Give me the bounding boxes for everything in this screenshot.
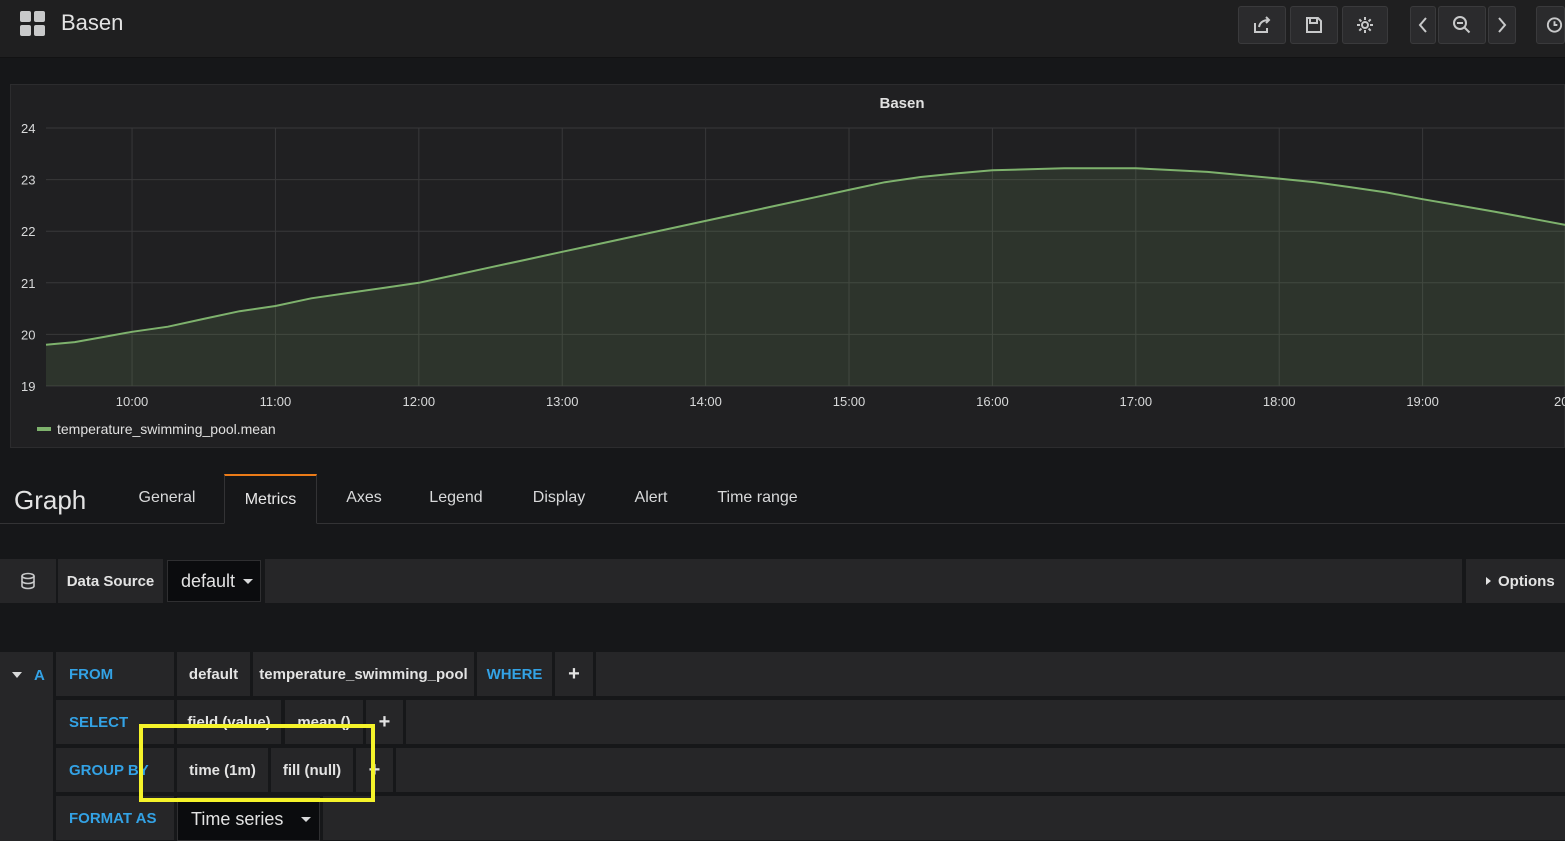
plus-icon: + xyxy=(378,710,391,733)
x-tick-label: 20 xyxy=(1554,394,1565,409)
x-tick-label: 19:00 xyxy=(1406,394,1439,409)
series-area xyxy=(46,168,1565,386)
format-as-keyword: FORMAT AS xyxy=(56,796,174,840)
x-tick-label: 11:00 xyxy=(260,394,292,409)
x-tick-label: 16:00 xyxy=(976,394,1009,409)
zoom-out-button[interactable] xyxy=(1438,6,1486,44)
dashboard-grid-icon[interactable] xyxy=(20,11,46,37)
datasource-row-filler xyxy=(265,559,1462,603)
datasource-select[interactable]: default xyxy=(167,560,261,602)
top-navbar: Basen xyxy=(0,0,1565,58)
settings-button[interactable] xyxy=(1342,6,1388,44)
options-toggle[interactable]: Options xyxy=(1466,559,1565,603)
editor-title: Graph xyxy=(14,485,87,515)
caret-down-icon xyxy=(243,578,254,584)
plus-icon: + xyxy=(568,662,580,685)
y-tick-label: 22 xyxy=(21,224,35,239)
y-tick-label: 20 xyxy=(21,327,35,342)
from-row-filler xyxy=(596,652,1565,696)
share-button[interactable] xyxy=(1238,6,1286,44)
datasource-value: default xyxy=(181,570,236,591)
caret-down-icon xyxy=(301,816,312,822)
options-label: Options xyxy=(1498,572,1555,590)
x-tick-label: 17:00 xyxy=(1120,394,1153,409)
where-keyword: WHERE xyxy=(477,652,552,696)
select-row-filler xyxy=(406,700,1565,744)
query-ref-letter: A xyxy=(34,667,45,684)
y-tick-label: 23 xyxy=(21,173,35,188)
caret-right-icon xyxy=(1486,577,1491,585)
y-tick-label: 19 xyxy=(21,379,35,394)
tab-time-range[interactable]: Time range xyxy=(700,474,815,524)
tab-display[interactable]: Display xyxy=(516,474,602,524)
x-tick-label: 12:00 xyxy=(403,394,436,409)
database-icon xyxy=(21,572,35,590)
y-tick-label: 21 xyxy=(21,276,35,291)
legend-series-label[interactable]: temperature_swimming_pool.mean xyxy=(57,421,276,437)
tab-metrics[interactable]: Metrics xyxy=(224,474,317,524)
gear-icon xyxy=(1357,17,1373,33)
query-ref-cell[interactable]: A xyxy=(0,652,53,841)
tab-axes[interactable]: Axes xyxy=(330,474,398,524)
zoom-out-icon xyxy=(1453,16,1471,34)
dashboard-title[interactable]: Basen xyxy=(61,10,123,36)
share-icon xyxy=(1254,16,1271,33)
group-by-row-filler xyxy=(396,748,1565,792)
format-as-select[interactable]: Time series xyxy=(177,797,320,841)
chart-legend[interactable]: temperature_swimming_pool.mean xyxy=(37,421,276,437)
caret-down-icon xyxy=(12,672,22,678)
save-button[interactable] xyxy=(1290,6,1338,44)
from-keyword: FROM xyxy=(56,652,174,696)
datasource-label: Data Source xyxy=(58,559,163,603)
graph-panel[interactable]: Basen 19 20 21 22 23 24 10:00 11:00 12:00 13:00 14… xyxy=(10,84,1565,448)
time-picker-button[interactable] xyxy=(1536,6,1565,44)
tab-legend[interactable]: Legend xyxy=(414,474,498,524)
y-tick-label: 24 xyxy=(21,121,35,136)
from-database[interactable]: default xyxy=(177,652,250,696)
time-forward-button[interactable] xyxy=(1488,6,1516,44)
time-back-button[interactable] xyxy=(1410,6,1436,44)
x-tick-label: 15:00 xyxy=(833,394,866,409)
save-icon xyxy=(1306,17,1322,33)
chevron-left-icon xyxy=(1418,17,1427,33)
chevron-right-icon xyxy=(1498,17,1507,33)
format-row-filler xyxy=(323,796,1565,840)
tab-alert[interactable]: Alert xyxy=(620,474,682,524)
x-tick-label: 10:00 xyxy=(116,394,149,409)
x-tick-label: 13:00 xyxy=(546,394,579,409)
format-as-value: Time series xyxy=(191,808,284,829)
panel-editor-header: Graph General Metrics Axes Legend Displa… xyxy=(0,474,1565,524)
line-chart[interactable]: 19 20 21 22 23 24 10:00 11:00 12:00 13:00 14:00 15:… xyxy=(11,85,1565,415)
from-measurement[interactable]: temperature_swimming_pool xyxy=(253,652,474,696)
x-tick-label: 18:00 xyxy=(1263,394,1296,409)
annotation-highlight-box xyxy=(139,724,375,802)
legend-swatch xyxy=(37,427,51,431)
x-tick-label: 14:00 xyxy=(689,394,722,409)
tab-general[interactable]: General xyxy=(122,474,212,524)
clock-icon xyxy=(1546,17,1563,33)
add-where-button[interactable]: + xyxy=(555,652,593,696)
datasource-icon-cell xyxy=(0,559,56,603)
